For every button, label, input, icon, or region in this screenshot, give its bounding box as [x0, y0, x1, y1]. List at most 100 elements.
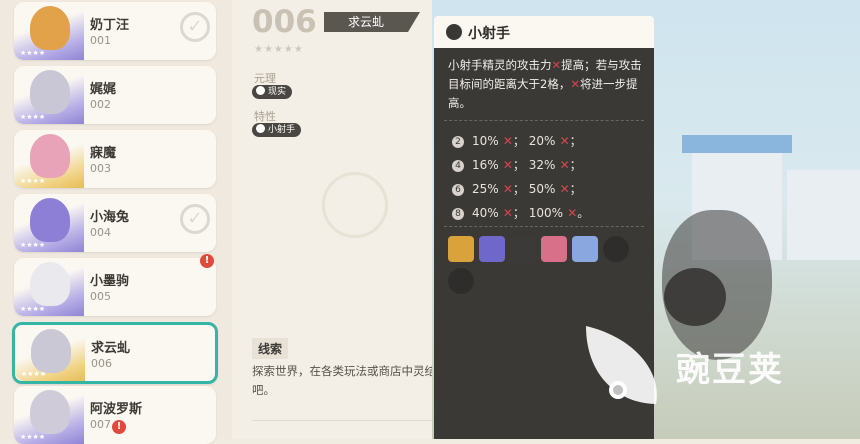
- spirit-detail-panel: 006 求云虬 ★★★★★ 元理 现实 特性 小射手 线索 探索世界，在各类玩法…: [232, 0, 448, 439]
- archer-spirit-avatar[interactable]: [448, 236, 474, 262]
- archer-icon: [446, 24, 462, 40]
- element-label: 元理: [254, 72, 276, 85]
- background-house: [787, 170, 860, 260]
- spirit-name: 小海兔: [90, 210, 130, 225]
- archer-spirit-avatar[interactable]: [572, 236, 598, 262]
- spirit-number: 005: [90, 290, 111, 303]
- archer-spirit-avatar[interactable]: [603, 236, 629, 262]
- archer-spirit-avatar[interactable]: [541, 236, 567, 262]
- divider: [444, 120, 644, 121]
- level-bonus-row: 8 40% ✕； 100% ✕。: [452, 204, 589, 221]
- rarity-stars: ★★★★: [20, 177, 46, 185]
- spirit-tail: [664, 268, 726, 326]
- skill-title: 小射手: [468, 26, 510, 42]
- spirit-name: 小墨驹: [90, 274, 130, 289]
- spirit-avatar: [30, 6, 70, 50]
- stat-x-icon: ✕: [555, 134, 570, 148]
- spirit-name: 奶丁汪: [90, 18, 130, 33]
- divider: [444, 226, 644, 227]
- level-bonus-row: 2 10% ✕； 20% ✕；: [452, 132, 582, 149]
- spirit-name: 阿波罗斯: [90, 402, 143, 417]
- spirit-name: 寐魔: [90, 146, 117, 161]
- stat-x-icon: ✕: [498, 182, 513, 196]
- spirit-list[interactable]: ★★★★ 奶丁汪 001 ✓ ★★★★ 娓娓 002 ★★★★ 寐魔 003 ★★★★ 小海兔 004 ✓…: [0, 0, 232, 444]
- row-end: ；: [569, 158, 582, 172]
- separator: ；: [512, 158, 529, 172]
- spirit-portrait: ★★★★: [14, 130, 84, 188]
- clue-title: 线索: [252, 338, 289, 359]
- bonus-value: 10%: [472, 134, 499, 148]
- level-badge: 6: [452, 184, 464, 196]
- collected-check-icon: ✓: [180, 12, 210, 42]
- divider: [252, 420, 442, 421]
- spirit-avatar: [30, 390, 70, 434]
- spirit-card[interactable]: ★★★★ 小海兔 004 ✓: [14, 194, 216, 252]
- skill-description-part: 小射手精灵的攻击力: [448, 58, 552, 72]
- bonus-value-far: 20%: [528, 134, 556, 148]
- element-chip[interactable]: 现实: [252, 85, 293, 99]
- stat-x-icon: ✕: [555, 158, 570, 172]
- bonus-value: 25%: [472, 182, 499, 196]
- level-bonus-row: 6 25% ✕； 50% ✕；: [452, 180, 582, 197]
- spirit-number: 004: [90, 226, 111, 239]
- spirit-avatar: [30, 70, 70, 114]
- bonus-value-far: 50%: [528, 182, 556, 196]
- spirit-avatar: [30, 262, 70, 306]
- stat-x-icon: ✕: [551, 58, 562, 72]
- trait-label: 特性: [254, 110, 276, 123]
- row-end: ；: [569, 134, 582, 148]
- spirit-card[interactable]: ★★★★ 娓娓 002: [14, 66, 216, 124]
- spirit-portrait: ★★★★: [14, 258, 84, 316]
- spirit-number: 006: [252, 4, 317, 40]
- separator: ；: [512, 134, 529, 148]
- archer-spirit-avatar[interactable]: [448, 268, 474, 294]
- element-chip-label: 现实: [268, 87, 287, 97]
- stat-x-icon: ✕: [498, 206, 513, 220]
- level-bonus-row: 4 16% ✕； 32% ✕；: [452, 156, 582, 173]
- collected-check-icon: ✓: [180, 204, 210, 234]
- level-badge: 4: [452, 160, 464, 172]
- rarity-stars: ★★★★: [20, 433, 46, 441]
- bonus-value-far: 32%: [528, 158, 556, 172]
- rarity-stars: ★★★★: [20, 305, 46, 313]
- alert-icon: !: [200, 254, 214, 268]
- stat-x-icon: ✕: [498, 134, 513, 148]
- separator: ；: [512, 182, 529, 196]
- spirit-name: 娓娓: [90, 82, 117, 97]
- spirit-avatar: [30, 198, 70, 242]
- separator: ；: [512, 206, 529, 220]
- archer-spirit-avatar[interactable]: [479, 236, 505, 262]
- level-badge: 8: [452, 208, 464, 220]
- spirit-name-tag: 求云虬: [324, 12, 420, 32]
- watermark-text: 豌豆荚: [676, 350, 784, 390]
- spirit-portrait: ★★★★: [14, 386, 84, 444]
- spirit-portrait: ★★★★: [14, 66, 84, 124]
- spirit-card[interactable]: ★★★★ 寐魔 003: [14, 130, 216, 188]
- spirit-number: 002: [90, 98, 111, 111]
- spirit-card[interactable]: ★★★★ 奶丁汪 001 ✓: [14, 2, 216, 60]
- stat-x-icon: ✕: [498, 158, 513, 172]
- rarity-stars: ★★★★: [20, 49, 46, 57]
- spirit-avatar: [31, 329, 71, 373]
- trait-chip-label: 小射手: [268, 125, 296, 135]
- spirit-number: 007: [90, 418, 111, 431]
- trait-chip[interactable]: 小射手: [252, 123, 302, 137]
- bonus-value: 40%: [472, 206, 499, 220]
- archer-icon: [256, 124, 265, 133]
- alert-icon: !: [112, 420, 126, 434]
- spirit-card[interactable]: ★★★★ 阿波罗斯 007!: [14, 386, 216, 444]
- rarity-stars: ★★★★: [20, 241, 46, 249]
- stat-x-icon: ✕: [570, 77, 580, 91]
- spirit-number: 006: [91, 357, 112, 370]
- app-root: ★★★★ 奶丁汪 001 ✓ ★★★★ 娓娓 002 ★★★★ 寐魔 003 ★★★★ 小海兔 004 ✓…: [0, 0, 860, 444]
- bonus-value: 16%: [472, 158, 499, 172]
- emblem-icon: [322, 172, 388, 238]
- row-end: 。: [577, 206, 590, 220]
- spirit-card[interactable]: ★★★★ 求云虬 006: [12, 322, 218, 384]
- bonus-value-far: 100%: [528, 206, 564, 220]
- spirit-card[interactable]: ★★★★ 小墨驹 005!: [14, 254, 216, 316]
- wandoujia-logo-icon: [586, 326, 657, 404]
- spirit-number: 001: [90, 34, 111, 47]
- archer-spirit-avatar[interactable]: [510, 236, 536, 262]
- background-roof: [682, 135, 792, 153]
